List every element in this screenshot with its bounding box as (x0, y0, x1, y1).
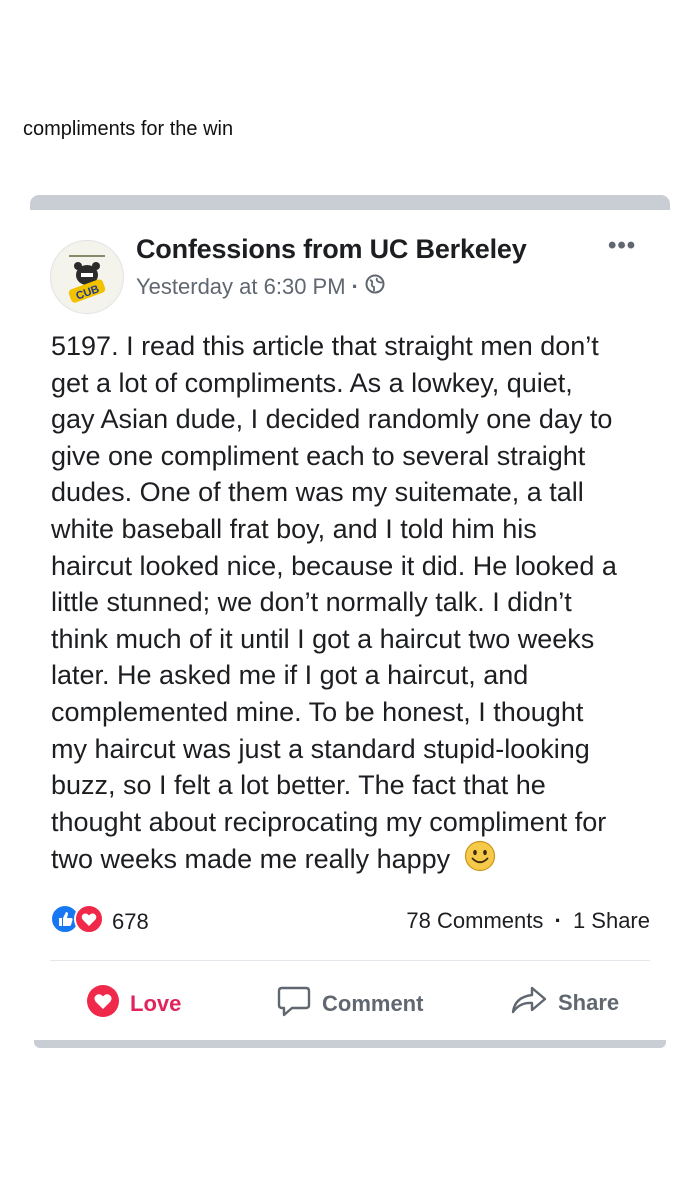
post-line: 5197. I read this article that straight … (51, 331, 599, 361)
post-line: later. He asked me if I got a haircut, a… (51, 660, 529, 691)
reaction-count: 678 (112, 908, 149, 934)
comment-label: Comment (322, 991, 424, 1016)
action-divider (50, 960, 650, 961)
post-line-last: two weeks made me really happy (51, 840, 663, 882)
post-line: haircut looked nice, because it did. He … (51, 550, 617, 581)
love-button[interactable]: Love (86, 984, 181, 1024)
post-line: dudes. One of them was my suitemate, a t… (51, 477, 584, 508)
post-line: give one compliment each to several stra… (51, 440, 586, 471)
post-line: my haircut was just a standard stupid-lo… (51, 733, 590, 764)
post-line: think much of it until I got a haircut t… (51, 623, 595, 654)
post-line: two weeks made me really happy (51, 844, 451, 875)
more-dots-icon[interactable]: ••• (608, 232, 636, 260)
love-reaction-button-icon (86, 984, 120, 1024)
post-line: gay Asian dude, I decided randomly one d… (51, 404, 613, 435)
comments-count-link[interactable]: 78 Comments (406, 908, 543, 933)
meta-separator: · (351, 274, 359, 299)
share-arrow-icon (510, 984, 548, 1022)
post-line: buzz, so I felt a lot better. The fact t… (51, 770, 546, 801)
post-line: white baseball frat boy, and I told him … (51, 513, 537, 544)
reaction-summary[interactable]: 678 (50, 904, 149, 939)
post-line: get a lot of compliments. As a lowkey, q… (51, 367, 573, 398)
post-timestamp[interactable]: Yesterday at 6:30 PM (136, 274, 346, 300)
engagement-stats: 78 Comments · 1 Share (406, 908, 650, 934)
post-meta: Yesterday at 6:30 PM · (136, 274, 385, 300)
shares-count-link[interactable]: 1 Share (573, 908, 650, 933)
comment-button[interactable]: Comment (276, 984, 423, 1024)
post-line: little stunned; we don’t normally talk. … (51, 587, 572, 618)
facebook-post-card: CUB Confessions from UC Berkeley Yesterd… (30, 210, 670, 1042)
page-name[interactable]: Confessions from UC Berkeley (136, 234, 527, 265)
love-reaction-icon (74, 904, 104, 939)
smiley-emoji-icon (464, 840, 496, 882)
love-label: Love (130, 991, 182, 1016)
card-bottom-frame (34, 1040, 666, 1048)
comment-icon (276, 984, 312, 1024)
post-body: 5197. I read this article that straight … (51, 328, 663, 882)
share-button[interactable]: Share (510, 984, 619, 1022)
stats-separator: · (554, 908, 562, 933)
globe-icon (365, 274, 385, 300)
post-line: complemented mine. To be honest, I thoug… (51, 696, 584, 727)
post-line: thought about reciprocating my complimen… (51, 806, 607, 837)
page-avatar[interactable]: CUB (50, 240, 124, 314)
share-label: Share (558, 990, 620, 1015)
caption: compliments for the win (23, 118, 234, 140)
